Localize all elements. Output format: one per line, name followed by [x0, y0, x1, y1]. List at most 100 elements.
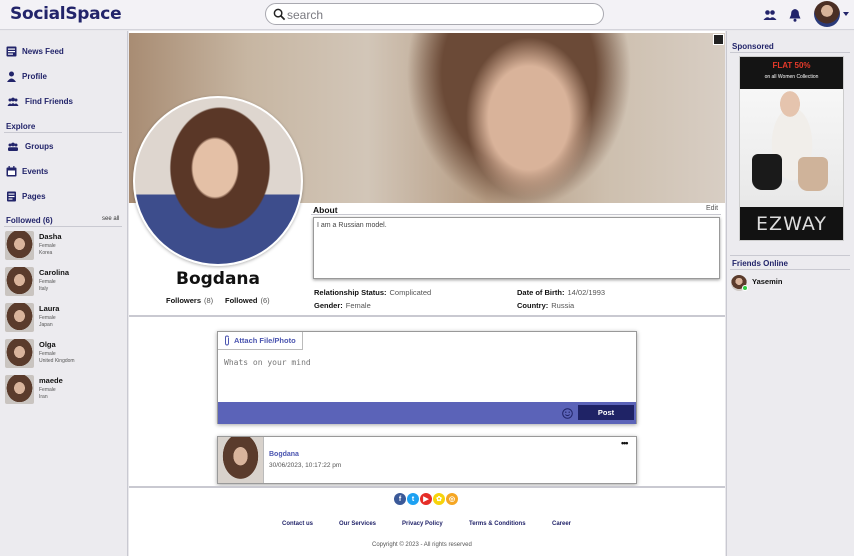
- friend-country: Japan: [39, 322, 53, 328]
- footer-link-contact[interactable]: Contact us: [282, 521, 313, 527]
- friend-avatar: [5, 267, 34, 296]
- followed-label: Followed: [225, 296, 258, 305]
- friend-avatar: [5, 339, 34, 368]
- friend-avatar: [5, 375, 34, 404]
- online-friend[interactable]: Yasemin: [731, 275, 851, 291]
- footer-link-services[interactable]: Our Services: [339, 521, 376, 527]
- search-input[interactable]: search: [287, 8, 323, 22]
- post-author-avatar[interactable]: [218, 437, 264, 483]
- sponsored-title: Sponsored: [732, 42, 774, 51]
- sidebar-item-label: Events: [22, 166, 49, 176]
- sidebar-item-label: Find Friends: [25, 96, 73, 106]
- online-status-dot: [742, 285, 748, 291]
- twitter-icon[interactable]: t: [407, 493, 419, 505]
- divider: [311, 214, 721, 215]
- gender-label: Gender:: [314, 301, 343, 310]
- snapchat-icon[interactable]: ✿: [433, 493, 445, 505]
- see-all-link[interactable]: see all: [102, 216, 119, 222]
- search-box[interactable]: search: [265, 3, 604, 25]
- list-item[interactable]: maede Female Iran: [5, 375, 123, 407]
- facebook-icon[interactable]: f: [394, 493, 406, 505]
- country: Country: Russia: [517, 301, 574, 310]
- edit-cover-icon[interactable]: [713, 34, 724, 45]
- avatar[interactable]: [814, 1, 840, 27]
- footer: f t ▶ ✿ ◎ Contact us Our Services Privac…: [129, 486, 725, 556]
- date-of-birth: Date of Birth: 14/02/1993: [517, 288, 605, 297]
- friend-name: Dasha: [39, 232, 62, 241]
- sidebar-item-profile[interactable]: Profile: [6, 69, 47, 83]
- post-textarea[interactable]: Whats on your mind: [224, 358, 311, 367]
- relationship-status: Relationship Status: Complicated: [314, 288, 431, 297]
- people-icon[interactable]: [763, 8, 777, 22]
- followers-label: Followers: [166, 296, 202, 305]
- explore-title: Explore: [6, 122, 36, 131]
- post-date: 30/06/2023, 10:17:22 pm: [269, 462, 342, 469]
- profile-picture[interactable]: [133, 96, 303, 266]
- about-box: I am a Russian model.: [313, 217, 720, 279]
- attach-file-button[interactable]: Attach File/Photo: [218, 332, 303, 350]
- list-item[interactable]: Olga Female United Kingdom: [5, 339, 123, 371]
- list-item[interactable]: Carolina Female Italy: [5, 267, 123, 299]
- friend-avatar: [5, 303, 34, 332]
- chevron-down-icon[interactable]: [843, 12, 849, 16]
- friend-name: Olga: [39, 340, 56, 349]
- right-sidebar: Sponsored FLAT 50% on all Women Collecti…: [726, 31, 854, 556]
- top-bar: SocialSpace search: [0, 0, 854, 30]
- gender-value: Female: [345, 301, 371, 310]
- sidebar-item-pages[interactable]: Pages: [6, 189, 46, 203]
- followers-link[interactable]: Followers (8): [166, 296, 213, 305]
- sidebar-item-events[interactable]: Events: [6, 164, 48, 178]
- followers-count: (8): [204, 296, 214, 305]
- friends-icon: [7, 97, 19, 106]
- friend-country: Italy: [39, 286, 49, 292]
- friend-sex: Female: [39, 315, 56, 321]
- ad-brand: EZWAY: [740, 207, 843, 240]
- instagram-icon[interactable]: ◎: [446, 493, 458, 505]
- post-author[interactable]: Bogdana: [269, 451, 299, 458]
- list-item[interactable]: Dasha Female Korea: [5, 231, 123, 263]
- divider: [4, 132, 122, 133]
- search-icon: [273, 8, 286, 21]
- footer-link-terms[interactable]: Terms & Conditions: [469, 521, 526, 527]
- gender: Gender: Female: [314, 301, 371, 310]
- bell-icon[interactable]: [788, 8, 802, 22]
- country-label: Country:: [517, 301, 549, 310]
- sidebar-item-label: Profile: [22, 71, 47, 81]
- divider: [730, 255, 850, 256]
- followed-link[interactable]: Followed (6): [225, 296, 270, 305]
- ad-banner: FLAT 50% on all Women Collection: [740, 57, 843, 89]
- more-options-icon[interactable]: •••: [621, 438, 629, 448]
- online-friend-name: Yasemin: [752, 277, 783, 286]
- composer-toolbar: Post: [218, 402, 636, 424]
- friend-name: Laura: [39, 304, 60, 313]
- friend-country: Iran: [39, 394, 48, 400]
- friend-name: maede: [39, 376, 63, 385]
- divider: [129, 315, 725, 317]
- logo[interactable]: SocialSpace: [10, 4, 122, 24]
- groups-icon: [8, 142, 18, 151]
- newspaper-icon: [6, 46, 17, 56]
- friends-online-title: Friends Online: [732, 259, 789, 268]
- about-edit-link[interactable]: Edit: [706, 205, 718, 212]
- country-value: Russia: [551, 301, 575, 310]
- black-bag: [752, 154, 782, 190]
- sidebar-item-groups[interactable]: Groups: [6, 139, 53, 153]
- sidebar-item-news-feed[interactable]: News Feed: [6, 44, 64, 58]
- attach-label: Attach File/Photo: [234, 336, 296, 345]
- emoji-icon[interactable]: [562, 408, 573, 419]
- paperclip-icon: [225, 335, 229, 346]
- sponsored-ad[interactable]: FLAT 50% on all Women Collection EZWAY: [739, 56, 844, 241]
- footer-link-career[interactable]: Career: [552, 521, 571, 527]
- list-item[interactable]: Laura Female Japan: [5, 303, 123, 335]
- user-icon: [7, 71, 16, 82]
- copyright: Copyright © 2023 - All rights reserved: [372, 542, 472, 548]
- footer-link-privacy[interactable]: Privacy Policy: [402, 521, 443, 527]
- youtube-icon[interactable]: ▶: [420, 493, 432, 505]
- social-links: f t ▶ ✿ ◎: [394, 493, 458, 505]
- relationship-label: Relationship Status:: [314, 288, 387, 297]
- post-button[interactable]: Post: [578, 405, 634, 420]
- friend-sex: Female: [39, 351, 56, 357]
- sidebar-item-find-friends[interactable]: Find Friends: [6, 94, 73, 108]
- friend-sex: Female: [39, 387, 56, 393]
- relationship-value: Complicated: [389, 288, 432, 297]
